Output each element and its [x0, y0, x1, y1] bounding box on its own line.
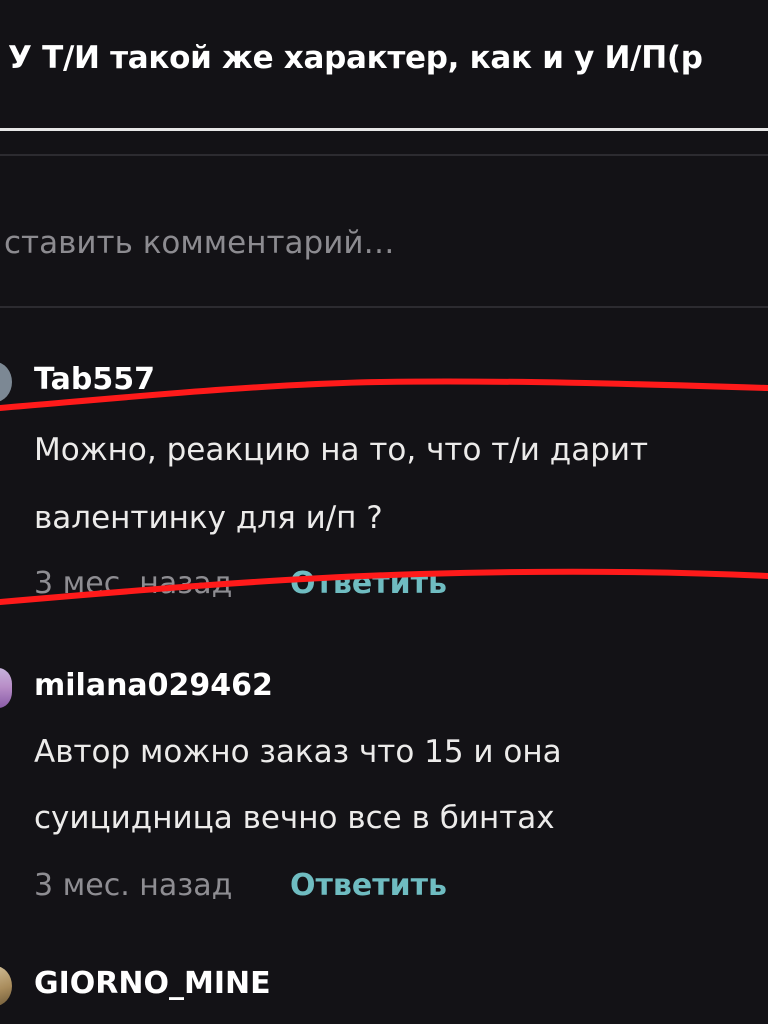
- comment-username[interactable]: GIORNO_MINE: [34, 966, 271, 1001]
- comment-text-line: суицидница вечно все в бинтах: [34, 800, 555, 836]
- comment-text-line: Автор можно заказ что 15 и она: [34, 734, 562, 770]
- header-divider: [0, 128, 768, 131]
- comment-timestamp: 3 мес. назад: [34, 868, 233, 903]
- comment-input[interactable]: [0, 218, 768, 268]
- comment-username[interactable]: milana029462: [34, 668, 273, 703]
- comment-timestamp: 3 мес. назад: [34, 566, 233, 601]
- comment-text-line: валентинку для и/п ?: [34, 500, 383, 536]
- reply-button[interactable]: Ответить: [290, 566, 447, 601]
- divider: [0, 306, 768, 308]
- avatar[interactable]: [0, 362, 12, 402]
- reply-button[interactable]: Ответить: [290, 868, 447, 903]
- avatar[interactable]: [0, 966, 12, 1006]
- comment-username[interactable]: Tab557: [34, 362, 155, 397]
- comment-text-line: Можно, реакцию на то, что т/и дарит: [34, 432, 649, 468]
- divider: [0, 154, 768, 156]
- page-title: У Т/И такой же характер, как и у И/П(р: [8, 40, 703, 76]
- avatar[interactable]: [0, 668, 12, 708]
